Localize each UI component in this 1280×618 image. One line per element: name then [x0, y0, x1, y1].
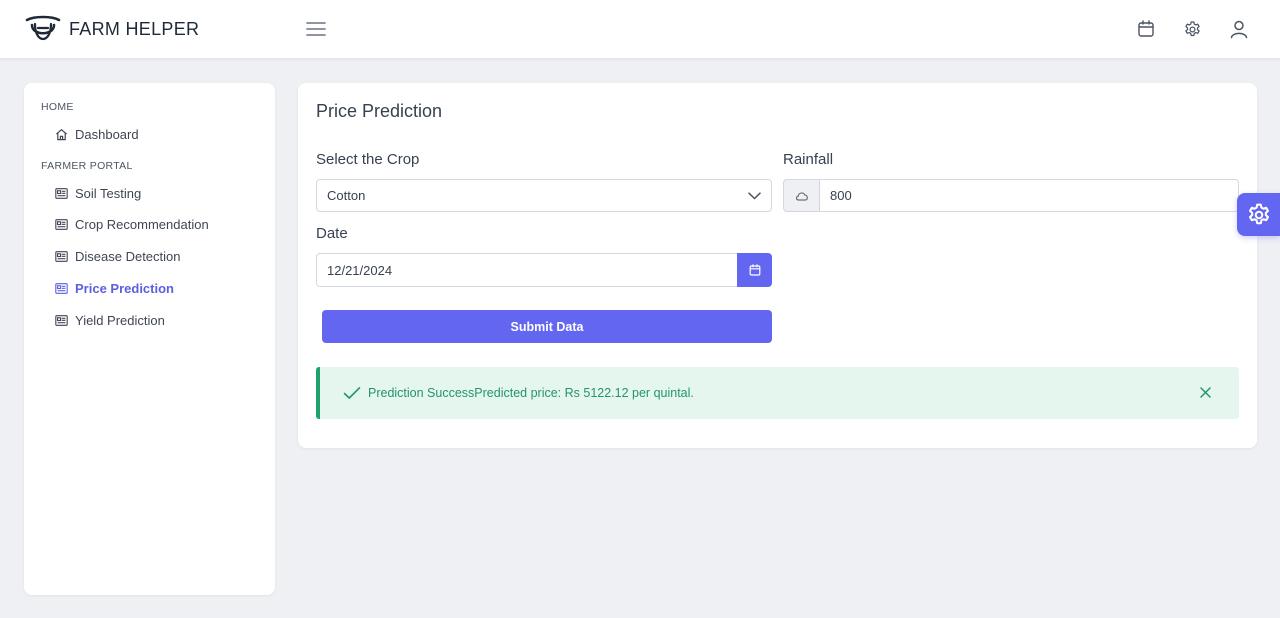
date-picker-button[interactable] — [737, 253, 772, 287]
id-card-icon — [54, 217, 68, 231]
price-prediction-card: Price Prediction Select the Crop Cotton … — [298, 83, 1257, 448]
menu-icon — [306, 22, 326, 36]
sidebar-item-label: Disease Detection — [75, 248, 181, 264]
top-navbar: FARM HELPER — [0, 0, 1280, 59]
sidebar-section-home: HOME — [41, 101, 74, 113]
id-card-icon — [54, 249, 68, 263]
farm-helper-logo-icon — [24, 12, 62, 46]
sidebar-item-dashboard[interactable]: Dashboard — [54, 124, 139, 144]
crop-select[interactable]: Cotton — [316, 179, 772, 212]
close-icon — [1199, 386, 1211, 398]
brand[interactable]: FARM HELPER — [24, 12, 199, 46]
sidebar-item-label: Price Prediction — [75, 280, 174, 296]
sidebar-item-yield-prediction[interactable]: Yield Prediction — [54, 310, 165, 330]
sidebar-item-label: Crop Recommendation — [75, 216, 209, 232]
success-alert: Prediction SuccessPredicted price: Rs 51… — [316, 367, 1239, 419]
crop-label: Select the Crop — [316, 151, 420, 168]
sidebar-section-farmer-portal: FARMER PORTAL — [41, 160, 133, 172]
date-input[interactable] — [316, 253, 737, 287]
sidebar-item-label: Yield Prediction — [75, 312, 165, 328]
menu-toggle-button[interactable] — [304, 18, 328, 40]
sidebar-item-soil-testing[interactable]: Soil Testing — [54, 183, 141, 203]
chevron-down-icon — [747, 189, 761, 203]
crop-select-value: Cotton — [327, 188, 366, 203]
calendar-icon — [1138, 20, 1154, 37]
close-alert-button[interactable] — [1197, 384, 1213, 400]
rainfall-label: Rainfall — [783, 151, 834, 168]
page-title: Price Prediction — [316, 101, 443, 121]
settings-icon — [1248, 203, 1269, 224]
settings-icon — [1184, 20, 1200, 36]
calendar-icon — [749, 264, 760, 276]
alert-message: Prediction SuccessPredicted price: Rs 51… — [368, 386, 694, 400]
submit-data-button[interactable]: Submit Data — [322, 310, 772, 343]
date-input-group — [316, 253, 772, 287]
user-icon — [1230, 20, 1248, 39]
check-icon — [342, 383, 362, 403]
home-icon — [54, 127, 68, 141]
id-card-icon — [54, 313, 68, 327]
id-card-icon — [54, 281, 68, 295]
settings-button[interactable] — [1180, 17, 1204, 41]
user-profile-button[interactable] — [1227, 17, 1251, 41]
rainfall-input[interactable] — [819, 179, 1239, 212]
theme-config-button[interactable] — [1237, 193, 1280, 236]
brand-name: FARM HELPER — [69, 18, 200, 39]
sidebar-item-price-prediction[interactable]: Price Prediction — [54, 278, 174, 298]
date-label: Date — [316, 225, 348, 242]
sidebar: HOME Dashboard FARMER PORTAL Soil Testin… — [24, 83, 275, 595]
rainfall-input-group — [783, 179, 1239, 212]
sidebar-item-label: Dashboard — [75, 126, 139, 142]
calendar-button[interactable] — [1134, 17, 1158, 41]
cloud-icon — [783, 179, 819, 212]
sidebar-item-crop-recommendation[interactable]: Crop Recommendation — [54, 214, 209, 234]
sidebar-item-disease-detection[interactable]: Disease Detection — [54, 246, 181, 266]
sidebar-item-label: Soil Testing — [75, 185, 142, 201]
id-card-icon — [54, 186, 68, 200]
